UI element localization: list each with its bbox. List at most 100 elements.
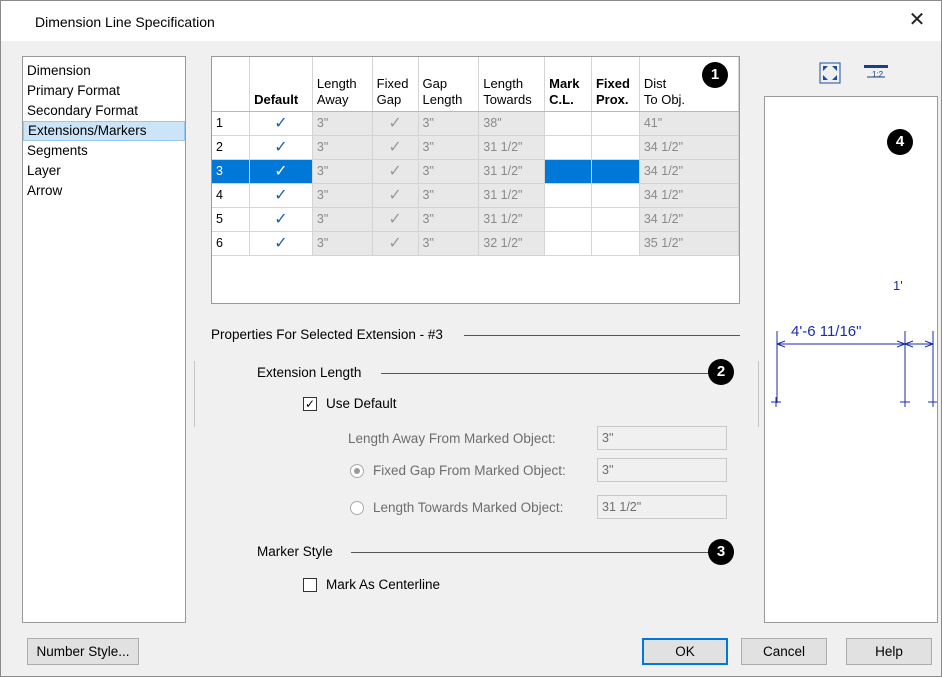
dist-to-obj-cell[interactable]: 35 1/2" xyxy=(639,231,739,256)
preview-pane[interactable]: 4 4'-6 11/16" 1' xyxy=(764,96,938,623)
title-bar: Dimension Line Specification ✕ xyxy=(1,1,941,41)
gap-length-cell[interactable]: 3" xyxy=(418,135,480,160)
column-header-line: Towards xyxy=(483,91,532,107)
length-towards-cell[interactable]: 32 1/2" xyxy=(478,231,546,256)
ok-button[interactable]: OK xyxy=(642,638,728,665)
dist-to-obj-cell[interactable]: 34 1/2" xyxy=(639,159,739,184)
svg-text:1:2: 1:2 xyxy=(872,70,884,79)
nav-item-layer[interactable]: Layer xyxy=(23,161,185,181)
fixed-gap-field[interactable]: 3" xyxy=(597,458,727,482)
row-number-cell[interactable]: 4 xyxy=(212,183,251,208)
default-check-cell[interactable]: ✓ xyxy=(249,183,313,208)
gap-length-cell[interactable]: 3" xyxy=(418,111,480,136)
length-away-field[interactable]: 3" xyxy=(597,426,727,450)
length-away-cell[interactable]: 3" xyxy=(312,111,373,136)
number-style-button[interactable]: Number Style... xyxy=(27,638,139,665)
nav-item-segments[interactable]: Segments xyxy=(23,141,185,161)
default-check-cell[interactable]: ✓ xyxy=(249,231,313,256)
dialog-window: Dimension Line Specification ✕ Dimension… xyxy=(0,0,942,677)
gap-length-cell[interactable]: 3" xyxy=(418,207,480,232)
column-header-line: Gap xyxy=(376,91,402,107)
cancel-button[interactable]: Cancel xyxy=(741,638,827,665)
length-towards-cell[interactable]: 31 1/2" xyxy=(478,135,546,160)
mark-centerline-checkbox[interactable] xyxy=(303,578,317,592)
length-towards-cell[interactable]: 31 1/2" xyxy=(478,207,546,232)
mark-cl-cell[interactable] xyxy=(544,135,592,160)
nav-item-primary-format[interactable]: Primary Format xyxy=(23,81,185,101)
close-icon[interactable]: ✕ xyxy=(905,9,929,33)
table-row[interactable]: 5 ✓ 3" ✓ 3" 31 1/2" 34 1/2" xyxy=(212,207,739,232)
length-towards-field[interactable]: 31 1/2" xyxy=(597,495,727,519)
fixed-prox-cell[interactable] xyxy=(591,231,640,256)
gap-length-cell[interactable]: 3" xyxy=(418,231,480,256)
fixed-prox-cell[interactable] xyxy=(591,135,640,160)
left-splitter[interactable] xyxy=(194,361,195,427)
row-number-cell[interactable]: 3 xyxy=(212,159,251,184)
length-towards-cell[interactable]: 31 1/2" xyxy=(478,183,546,208)
extensions-grid: Default Length Away Fixed Gap Gap Length Length… xyxy=(211,56,740,304)
fixed-gap-check-cell[interactable]: ✓ xyxy=(372,135,419,160)
callout-badge-2: 2 xyxy=(708,359,734,385)
fixed-gap-check-cell[interactable]: ✓ xyxy=(372,159,419,184)
fill-window-icon[interactable] xyxy=(819,62,841,84)
mark-cl-cell[interactable] xyxy=(544,207,592,232)
table-row[interactable]: 1 ✓ 3" ✓ 3" 38" 41" xyxy=(212,111,739,136)
column-header-line: Fixed xyxy=(595,75,630,91)
length-away-cell[interactable]: 3" xyxy=(312,159,373,184)
nav-item-extensions-markers[interactable]: Extensions/Markers xyxy=(23,121,185,141)
column-header xyxy=(212,57,251,112)
table-row[interactable]: 3 ✓ 3" ✓ 3" 31 1/2" 34 1/2" xyxy=(212,159,739,184)
mark-cl-cell[interactable] xyxy=(544,159,592,184)
length-towards-radio[interactable] xyxy=(350,501,364,515)
fixed-gap-check-cell[interactable]: ✓ xyxy=(372,183,419,208)
fixed-prox-cell[interactable] xyxy=(591,207,640,232)
row-number-cell[interactable]: 6 xyxy=(212,231,251,256)
callout-badge-1: 1 xyxy=(702,62,728,88)
table-row[interactable]: 6 ✓ 3" ✓ 3" 32 1/2" 35 1/2" xyxy=(212,231,739,256)
right-splitter[interactable] xyxy=(758,361,759,427)
row-number-cell[interactable]: 1 xyxy=(212,111,251,136)
use-default-checkbox[interactable]: ✓ xyxy=(303,397,317,411)
extension-length-divider xyxy=(381,373,711,374)
preview-main-dimension: 4'-6 11/16" xyxy=(791,323,862,340)
mark-cl-cell[interactable] xyxy=(544,231,592,256)
length-towards-cell[interactable]: 31 1/2" xyxy=(478,159,546,184)
dist-to-obj-cell[interactable]: 34 1/2" xyxy=(639,207,739,232)
column-header-line: Length xyxy=(316,75,357,91)
marker-style-divider xyxy=(351,552,711,553)
dist-to-obj-cell[interactable]: 34 1/2" xyxy=(639,135,739,160)
nav-item-secondary-format[interactable]: Secondary Format xyxy=(23,101,185,121)
fixed-gap-check-cell[interactable]: ✓ xyxy=(372,111,419,136)
gap-length-cell[interactable]: 3" xyxy=(418,183,480,208)
mark-cl-cell[interactable] xyxy=(544,111,592,136)
annotation-scale-icon[interactable]: 1:2 xyxy=(863,63,888,85)
fixed-gap-radio[interactable] xyxy=(350,464,364,478)
table-row[interactable]: 4 ✓ 3" ✓ 3" 31 1/2" 34 1/2" xyxy=(212,183,739,208)
properties-heading: Properties For Selected Extension - #3 xyxy=(211,327,443,342)
fixed-prox-cell[interactable] xyxy=(591,183,640,208)
table-row[interactable]: 2 ✓ 3" ✓ 3" 31 1/2" 34 1/2" xyxy=(212,135,739,160)
length-away-cell[interactable]: 3" xyxy=(312,183,373,208)
dist-to-obj-cell[interactable]: 34 1/2" xyxy=(639,183,739,208)
dist-to-obj-cell[interactable]: 41" xyxy=(639,111,739,136)
length-away-cell[interactable]: 3" xyxy=(312,231,373,256)
column-header: Fixed Gap xyxy=(372,57,419,112)
fixed-gap-check-cell[interactable]: ✓ xyxy=(372,207,419,232)
fixed-gap-check-cell[interactable]: ✓ xyxy=(372,231,419,256)
nav-item-arrow[interactable]: Arrow xyxy=(23,181,185,201)
row-number-cell[interactable]: 5 xyxy=(212,207,251,232)
length-towards-cell[interactable]: 38" xyxy=(478,111,546,136)
default-check-cell[interactable]: ✓ xyxy=(249,159,313,184)
gap-length-cell[interactable]: 3" xyxy=(418,159,480,184)
default-check-cell[interactable]: ✓ xyxy=(249,135,313,160)
row-number-cell[interactable]: 2 xyxy=(212,135,251,160)
length-away-cell[interactable]: 3" xyxy=(312,207,373,232)
length-away-cell[interactable]: 3" xyxy=(312,135,373,160)
mark-cl-cell[interactable] xyxy=(544,183,592,208)
fixed-prox-cell[interactable] xyxy=(591,111,640,136)
fixed-prox-cell[interactable] xyxy=(591,159,640,184)
default-check-cell[interactable]: ✓ xyxy=(249,111,313,136)
default-check-cell[interactable]: ✓ xyxy=(249,207,313,232)
nav-item-dimension[interactable]: Dimension xyxy=(23,61,185,81)
help-button[interactable]: Help xyxy=(846,638,932,665)
